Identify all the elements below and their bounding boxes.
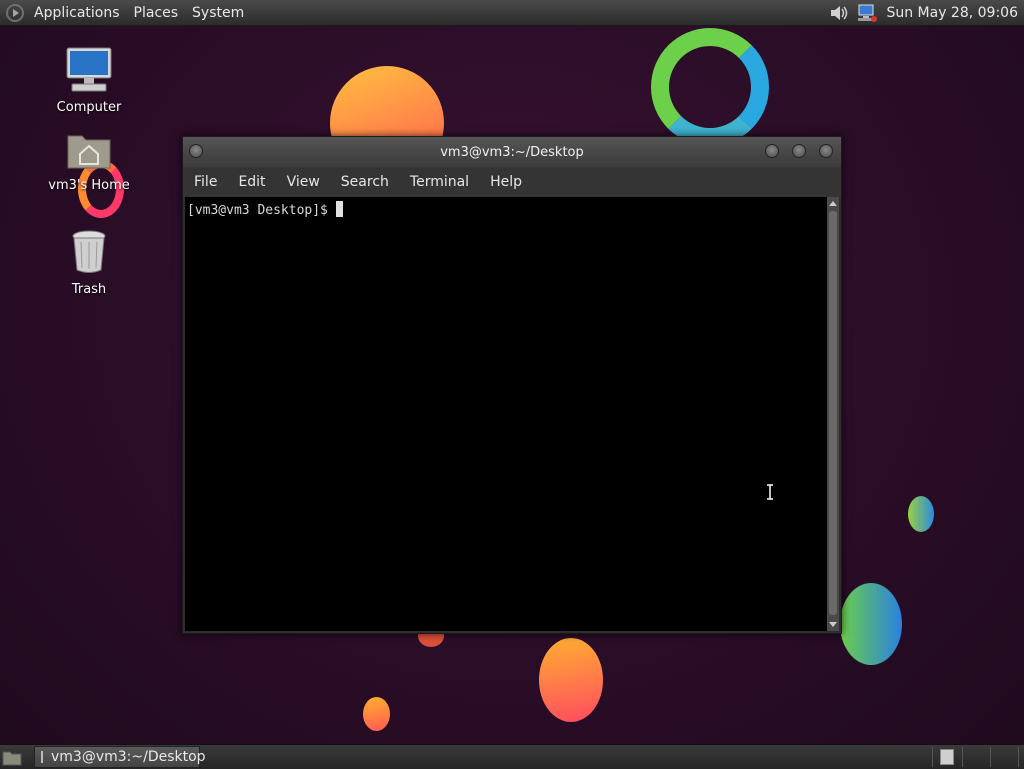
desktop-icon-label: Trash [71,282,107,297]
desktop-icon-label: vm3's Home [48,178,130,193]
terminal-titlebar[interactable]: vm3@vm3:~/Desktop [183,137,841,167]
wallpaper-ring [651,28,769,146]
workspace-switcher-1[interactable] [940,749,954,765]
network-icon[interactable] [856,3,878,23]
text-cursor [335,201,343,217]
workspace-separator [990,747,991,767]
menu-help[interactable]: Help [490,174,522,190]
wallpaper-blue-dot [908,496,934,532]
workspace-separator [932,747,933,767]
computer-icon [66,47,112,92]
trash-icon [72,230,106,273]
workspace-separator [1018,747,1019,767]
taskbar-terminal-button[interactable]: vm3@vm3:~/Desktop [34,746,206,768]
distro-logo-icon[interactable] [6,3,24,22]
desktop-icon-trash[interactable]: Trash [44,228,134,297]
terminal-menubar: File Edit View Search Terminal Help [183,167,841,197]
places-menu[interactable]: Places [134,5,179,21]
scroll-down-icon[interactable] [829,622,837,627]
window-title: vm3@vm3:~/Desktop [440,145,584,160]
terminal-output[interactable]: [vm3@vm3 Desktop]$ [185,197,827,631]
scroll-up-icon[interactable] [829,201,837,206]
volume-icon[interactable] [828,3,850,23]
top-panel: Applications Places System Sun May 28, 0… [0,0,1024,26]
wallpaper-blue-circle [840,583,902,665]
show-desktop-icon[interactable] [2,748,22,766]
desktop-icon-computer[interactable]: Computer [44,46,134,115]
bottom-panel: vm3@vm3:~/Desktop [0,744,1024,769]
workspace-separator [962,747,963,767]
desktop-icon-label: Computer [56,100,122,115]
menu-file[interactable]: File [194,174,217,190]
terminal-prompt-line: [vm3@vm3 Desktop]$ [187,201,343,218]
clock[interactable]: Sun May 28, 09:06 [886,5,1018,21]
terminal-window[interactable]: vm3@vm3:~/Desktop File Edit View Search … [182,136,842,634]
minimize-button[interactable] [765,144,779,158]
maximize-button[interactable] [792,144,806,158]
mouse-ibeam-icon [767,484,773,500]
scrollbar-thumb[interactable] [829,211,837,615]
menu-edit[interactable]: Edit [238,174,265,190]
terminal-icon [41,751,43,763]
menu-search[interactable]: Search [341,174,389,190]
menu-terminal[interactable]: Terminal [410,174,469,190]
system-menu[interactable]: System [192,5,244,21]
taskbar-button-label: vm3@vm3:~/Desktop [51,749,206,765]
shell-prompt: [vm3@vm3 Desktop]$ [187,203,328,218]
menu-view[interactable]: View [287,174,320,190]
wallpaper-small-orange [363,697,390,731]
applications-menu[interactable]: Applications [34,5,120,21]
desktop-icon-home[interactable]: vm3's Home [44,130,134,193]
wallpaper-orange-oval [539,638,603,722]
home-folder-icon [67,135,111,169]
close-button[interactable] [819,144,833,158]
terminal-scrollbar[interactable] [827,197,839,631]
